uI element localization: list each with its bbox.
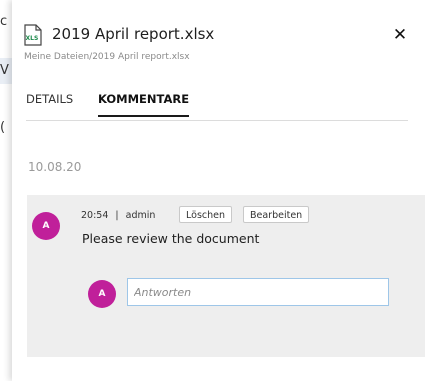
background-page: c V ( — [0, 0, 12, 381]
file-title: 2019 April report.xlsx — [52, 25, 215, 43]
avatar: A — [32, 212, 60, 240]
comment-date: 10.08.20 — [28, 160, 82, 174]
comment-text: Please review the document — [82, 231, 260, 246]
reply-avatar: A — [88, 280, 116, 308]
file-path: Meine Dateien/2019 April report.xlsx — [24, 52, 190, 62]
reply-input[interactable] — [127, 278, 389, 306]
comment-meta: 20:54 | admin — [81, 210, 155, 221]
tab-bar: DETAILS KOMMENTARE — [26, 92, 408, 121]
tab-details-label: DETAILS — [26, 92, 74, 106]
delete-button[interactable]: Löschen — [179, 206, 232, 223]
active-tab-indicator — [98, 115, 190, 117]
tab-comments-label: KOMMENTARE — [98, 92, 190, 106]
file-details-panel: XLS 2019 April report.xlsx ✕ Meine Datei… — [12, 0, 434, 381]
tab-comments[interactable]: KOMMENTARE — [98, 92, 190, 118]
edit-button[interactable]: Bearbeiten — [243, 206, 310, 223]
comment-thread: A 20:54 | admin Löschen Bearbeiten Pleas… — [27, 195, 425, 357]
comment-author: admin — [125, 210, 156, 221]
close-icon[interactable]: ✕ — [392, 26, 408, 44]
comment-time: 20:54 — [81, 210, 109, 221]
file-type-label: XLS — [26, 35, 39, 42]
excel-file-icon: XLS — [24, 24, 42, 46]
tab-details[interactable]: DETAILS — [26, 92, 73, 118]
meta-separator: | — [115, 210, 119, 221]
